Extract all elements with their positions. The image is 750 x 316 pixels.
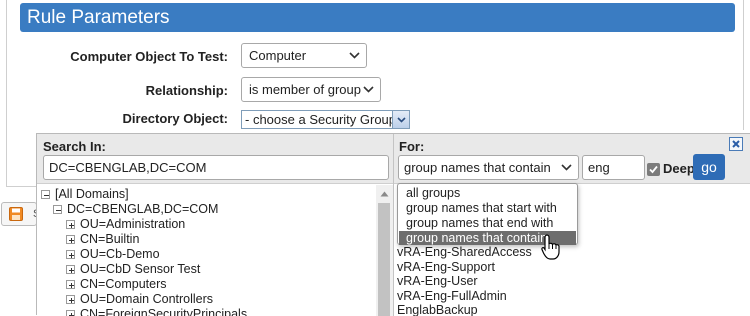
for-label: For: [399,139,425,154]
chevron-down-icon[interactable] [392,111,409,128]
tree-item-label: OU=CbD Sensor Test [80,262,201,276]
list-item[interactable]: EnglabBackup [397,303,478,316]
tree-item-label: DC=CBENGLAB,DC=COM [67,202,219,216]
directory-object-select[interactable]: - choose a Security Group - [241,110,410,129]
dropdown-option[interactable]: group names that start with [406,201,557,215]
plus-box-icon[interactable] [66,250,75,259]
plus-box-icon[interactable] [66,265,75,274]
list-item[interactable]: vRA-Eng-Support [397,260,495,274]
relationship-label: Relationship: [145,83,228,98]
tree-item-label: OU=Administration [80,217,186,231]
page-border [6,186,38,187]
search-text-input[interactable]: eng [582,155,645,180]
computer-object-label: Computer Object To Test: [70,49,228,64]
plus-box-icon[interactable] [66,220,75,229]
minus-box-icon[interactable] [53,205,62,214]
dropdown-option[interactable]: group names that end with [406,216,553,230]
deep-checkbox[interactable] [647,163,660,176]
minus-box-icon[interactable] [41,190,50,199]
deep-label: Deep [663,161,695,176]
group-search-dialog: Search In: DC=CBENGLAB,DC=COM For: group… [36,133,750,316]
plus-box-icon[interactable] [66,280,75,289]
tree-item-label: CN=Computers [80,277,167,291]
tree-item-label: [All Domains] [55,187,129,201]
go-button[interactable]: go [693,154,725,180]
tree-scrollbar[interactable] [376,185,393,316]
directory-object-label: Directory Object: [122,111,228,126]
list-item[interactable]: vRA-Eng-User [397,274,478,288]
computer-object-value: Computer [249,48,307,63]
floppy-disk-icon [9,207,23,221]
list-item[interactable]: vRA-Eng-SharedAccess [397,245,532,259]
scroll-up-icon[interactable] [380,191,389,197]
match-mode-select[interactable]: group names that contain [398,155,579,180]
page-border [6,0,7,186]
search-in-label: Search In: [43,139,106,154]
chevron-down-icon [560,156,572,179]
search-in-input[interactable]: DC=CBENGLAB,DC=COM [43,155,389,180]
page-border [743,0,744,130]
rule-parameters-header: Rule Parameters [20,3,735,32]
match-mode-value: group names that contain [404,160,551,175]
scrollbar-thumb[interactable] [378,203,390,316]
dropdown-option[interactable]: all groups [406,186,460,200]
tree-item-label: CN=Builtin [80,232,140,246]
directory-object-value: - choose a Security Group - [245,112,404,127]
relationship-select[interactable]: is member of group [241,77,381,102]
plus-box-icon[interactable] [66,310,75,316]
list-item[interactable]: vRA-Eng-FullAdmin [397,289,507,303]
close-button[interactable] [729,137,743,151]
plus-box-icon[interactable] [66,295,75,304]
domain-tree: [All Domains] DC=CBENGLAB,DC=COM OU=Admi… [37,185,376,316]
tree-item-label: OU=Cb-Demo [80,247,160,261]
tree-item-label: OU=Domain Controllers [80,292,214,306]
close-icon [732,140,740,148]
relationship-value: is member of group [249,82,361,97]
mouse-pointer-icon [541,234,560,260]
chevron-down-icon [348,44,360,67]
chevron-down-icon [362,78,374,101]
plus-box-icon[interactable] [66,235,75,244]
save-button[interactable]: S [1,202,40,226]
checkmark-icon [649,165,658,174]
computer-object-select[interactable]: Computer [241,43,367,68]
